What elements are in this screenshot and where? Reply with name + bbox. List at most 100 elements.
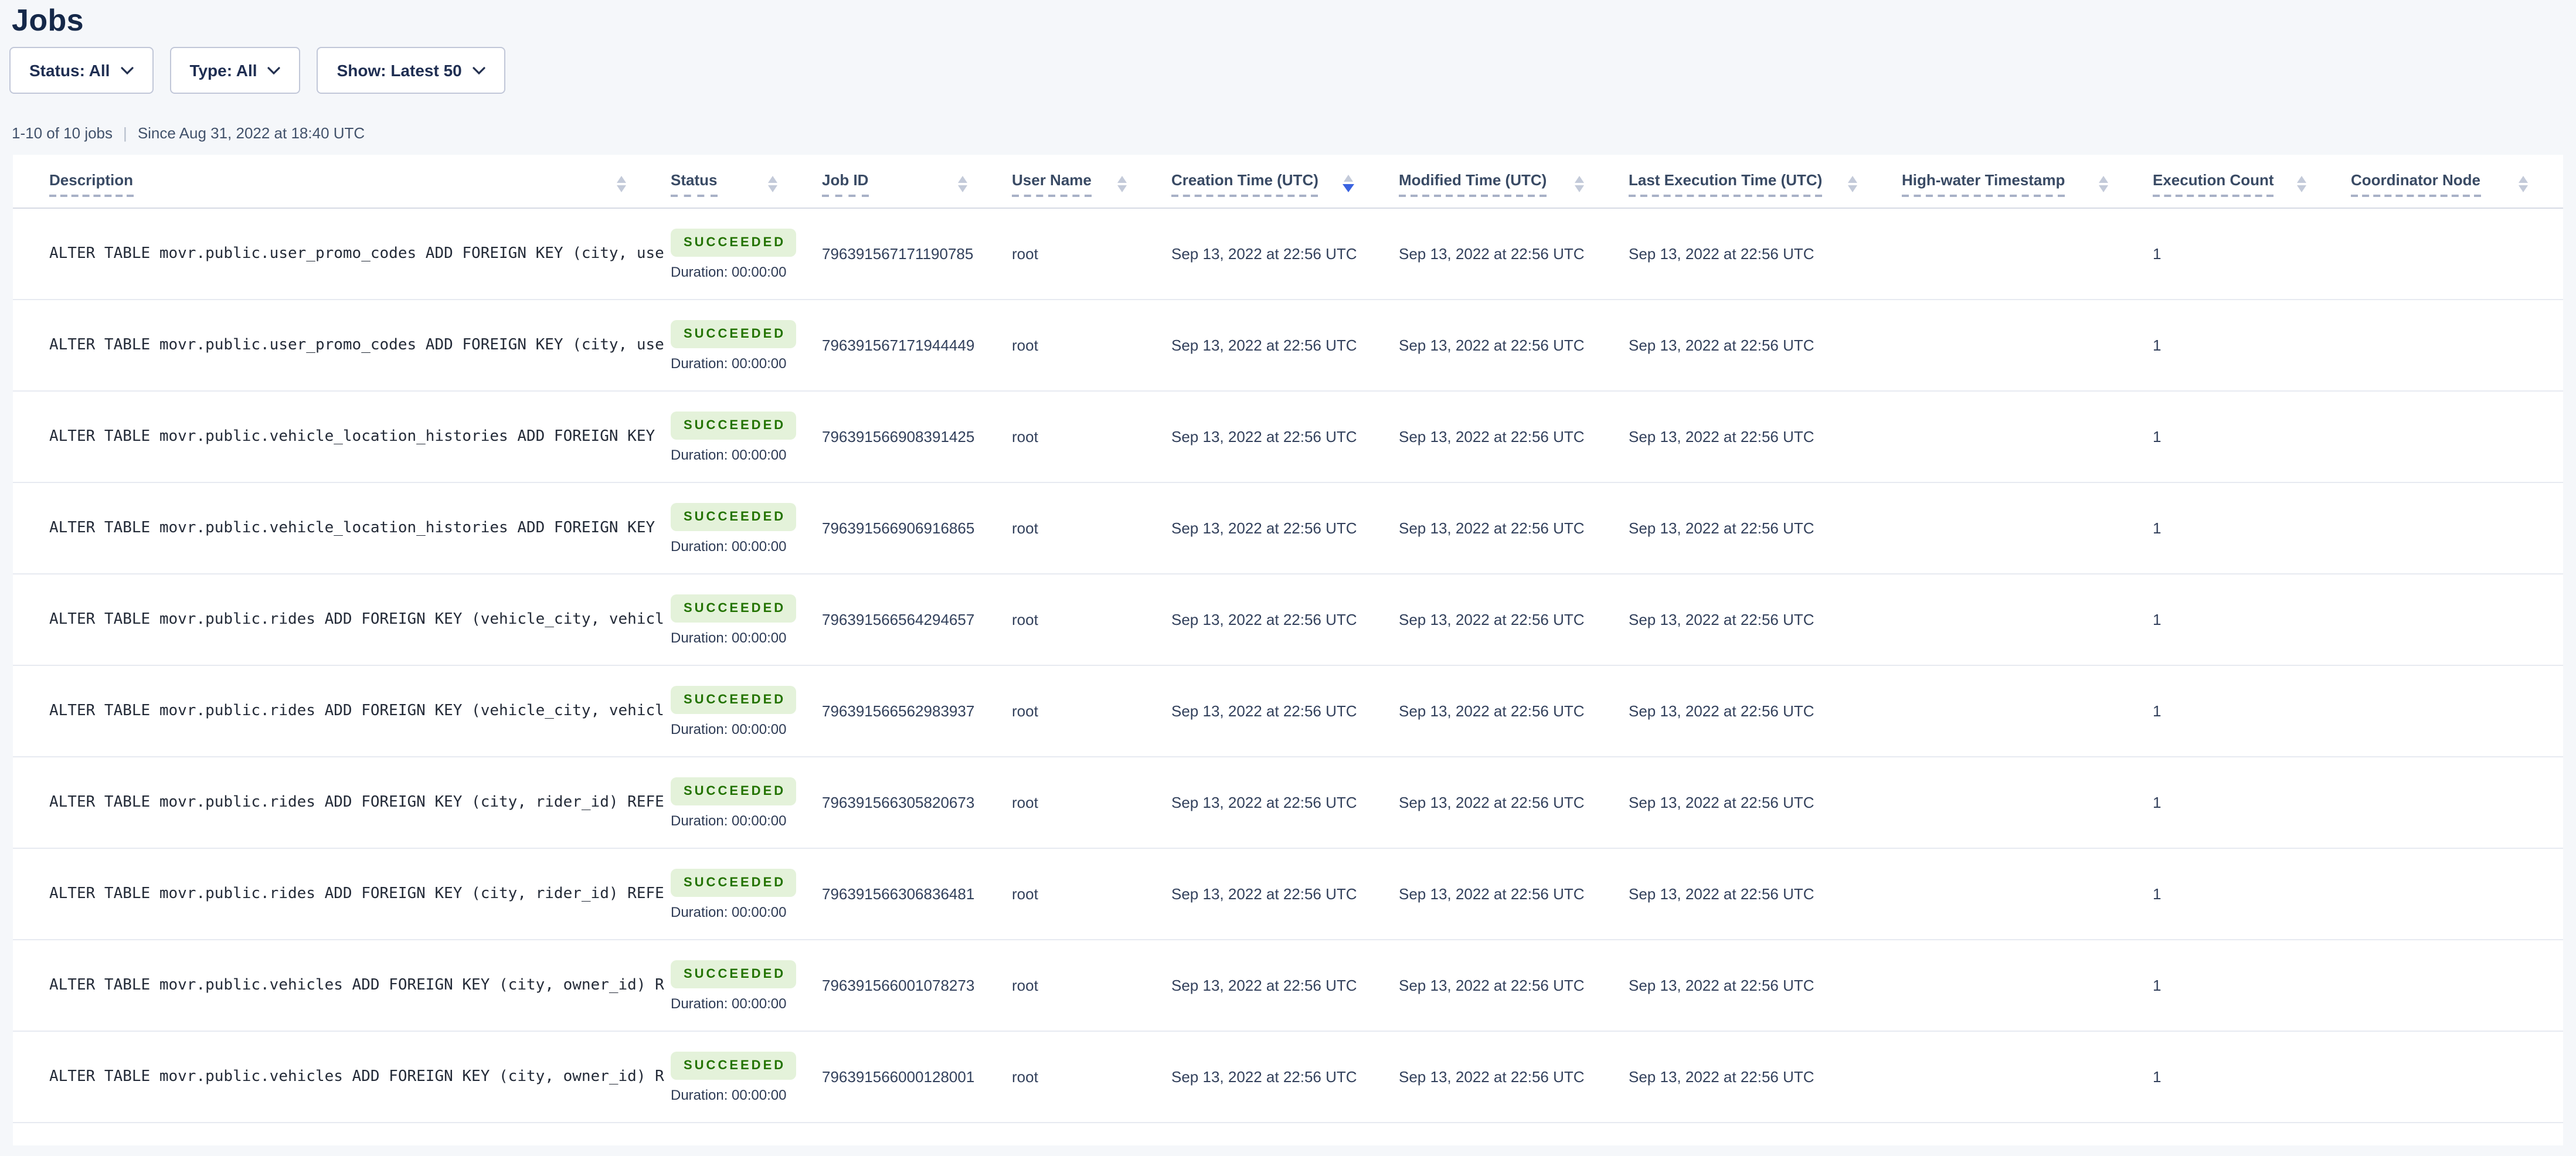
job-id: 796391567171190785 <box>822 245 1012 263</box>
chevron-down-icon <box>473 67 485 75</box>
user-name: root <box>1012 336 1171 354</box>
last-execution-time: Sep 13, 2022 at 22:56 UTC <box>1629 885 1902 903</box>
table-row[interactable]: ALTER TABLE movr.public.vehicles ADD FOR… <box>13 940 2563 1032</box>
table-row[interactable]: ALTER TABLE movr.public.rides ADD FOREIG… <box>13 757 2563 849</box>
sort-icon[interactable] <box>617 175 626 192</box>
sort-icon[interactable] <box>1848 175 1857 192</box>
job-description[interactable]: ALTER TABLE movr.public.rides ADD FOREIG… <box>49 611 668 628</box>
user-name: root <box>1012 611 1171 628</box>
execution-count: 1 <box>2153 885 2351 903</box>
job-id: 796391566000128001 <box>822 1068 1012 1086</box>
sort-icon[interactable] <box>958 175 967 192</box>
column-label-status: Status <box>671 171 717 196</box>
jobs-page: Jobs Status: All Type: All Show: Latest … <box>0 1 2576 1156</box>
summary-separator: | <box>123 124 127 142</box>
table-row[interactable]: ALTER TABLE movr.public.rides ADD FOREIG… <box>13 849 2563 940</box>
job-duration: Duration: 00:00:00 <box>671 995 787 1011</box>
sort-icon[interactable] <box>2099 175 2108 192</box>
job-status-cell: SUCCEEDEDDuration: 00:00:00 <box>671 594 822 645</box>
show-filter-label: Show: Latest 50 <box>337 61 462 80</box>
table-row[interactable]: ALTER TABLE movr.public.rides ADD FOREIG… <box>13 574 2563 666</box>
column-header-jobid[interactable]: Job ID <box>822 171 1012 196</box>
column-header-status[interactable]: Status <box>671 171 822 196</box>
column-label-lastexec: Last Execution Time (UTC) <box>1629 171 1822 196</box>
modified-time: Sep 13, 2022 at 22:56 UTC <box>1399 519 1629 537</box>
status-badge: SUCCEEDED <box>671 777 796 805</box>
user-name: root <box>1012 519 1171 537</box>
job-description[interactable]: ALTER TABLE movr.public.rides ADD FOREIG… <box>49 702 668 720</box>
status-badge: SUCCEEDED <box>671 1051 796 1079</box>
last-execution-time: Sep 13, 2022 at 22:56 UTC <box>1629 611 1902 628</box>
table-row[interactable]: ALTER TABLE movr.public.user_promo_codes… <box>13 209 2563 300</box>
modified-time: Sep 13, 2022 at 22:56 UTC <box>1399 885 1629 903</box>
column-header-desc[interactable]: Description <box>13 171 671 196</box>
job-description[interactable]: ALTER TABLE movr.public.vehicles ADD FOR… <box>49 1068 668 1086</box>
column-header-highwater[interactable]: High-water Timestamp <box>1902 171 2153 196</box>
sort-up-arrow-icon <box>1117 175 1127 182</box>
job-duration: Duration: 00:00:00 <box>671 538 787 554</box>
column-header-user[interactable]: User Name <box>1012 171 1171 196</box>
job-status-cell: SUCCEEDEDDuration: 00:00:00 <box>671 319 822 371</box>
jobs-table: DescriptionStatus Job IDUser Name Creation… <box>13 155 2563 1145</box>
creation-time: Sep 13, 2022 at 22:56 UTC <box>1171 977 1399 994</box>
status-badge: SUCCEEDED <box>671 960 796 988</box>
column-label-user: User Name <box>1012 171 1092 196</box>
creation-time: Sep 13, 2022 at 22:56 UTC <box>1171 336 1399 354</box>
job-description[interactable]: ALTER TABLE movr.public.user_promo_codes… <box>49 245 668 263</box>
table-row[interactable]: ALTER TABLE movr.public.vehicles ADD FOR… <box>13 1032 2563 1123</box>
sort-icon[interactable] <box>1575 175 1584 192</box>
user-name: root <box>1012 245 1171 263</box>
filter-bar: Status: All Type: All Show: Latest 50 <box>9 47 2576 94</box>
table-row[interactable]: ALTER TABLE movr.public.vehicle_location… <box>13 483 2563 574</box>
user-name: root <box>1012 885 1171 903</box>
job-duration: Duration: 00:00:00 <box>671 812 787 828</box>
execution-count: 1 <box>2153 336 2351 354</box>
creation-time: Sep 13, 2022 at 22:56 UTC <box>1171 885 1399 903</box>
creation-time: Sep 13, 2022 at 22:56 UTC <box>1171 794 1399 811</box>
chevron-down-icon <box>268 67 281 75</box>
table-row[interactable]: ALTER TABLE movr.public.vehicle_location… <box>13 392 2563 483</box>
table-row[interactable]: ALTER TABLE movr.public.user_promo_codes… <box>13 300 2563 392</box>
page-title: Jobs <box>12 1 2576 39</box>
job-description[interactable]: ALTER TABLE movr.public.vehicle_location… <box>49 428 668 446</box>
job-description[interactable]: ALTER TABLE movr.public.user_promo_codes… <box>49 336 668 354</box>
execution-count: 1 <box>2153 794 2351 811</box>
column-label-creation: Creation Time (UTC) <box>1171 171 1318 196</box>
job-id: 796391566305820673 <box>822 794 1012 811</box>
sort-down-arrow-icon <box>2297 185 2306 192</box>
job-description-cell: ALTER TABLE movr.public.vehicle_location… <box>13 428 671 446</box>
status-filter-dropdown[interactable]: Status: All <box>9 47 153 94</box>
job-id: 796391567171944449 <box>822 336 1012 354</box>
job-id: 796391566306836481 <box>822 885 1012 903</box>
sort-icon[interactable] <box>2297 175 2306 192</box>
sort-icon[interactable] <box>1343 175 1354 192</box>
column-header-creation[interactable]: Creation Time (UTC) <box>1171 171 1399 196</box>
sort-down-arrow-icon <box>617 185 626 192</box>
job-id: 796391566564294657 <box>822 611 1012 628</box>
sort-icon[interactable] <box>1117 175 1127 192</box>
show-filter-dropdown[interactable]: Show: Latest 50 <box>317 47 505 94</box>
sort-icon[interactable] <box>768 175 777 192</box>
sort-icon[interactable] <box>2519 175 2528 192</box>
job-description[interactable]: ALTER TABLE movr.public.vehicle_location… <box>49 519 668 537</box>
column-header-lastexec[interactable]: Last Execution Time (UTC) <box>1629 171 1902 196</box>
jobs-since-text: Since Aug 31, 2022 at 18:40 UTC <box>138 124 365 142</box>
job-description[interactable]: ALTER TABLE movr.public.rides ADD FOREIG… <box>49 885 668 903</box>
sort-up-arrow-icon <box>768 175 777 182</box>
column-header-execcount[interactable]: Execution Count <box>2153 171 2351 196</box>
status-badge: SUCCEEDED <box>671 228 796 256</box>
job-id: 796391566001078273 <box>822 977 1012 994</box>
column-header-coord[interactable]: Coordinator Node <box>2351 171 2563 196</box>
job-description[interactable]: ALTER TABLE movr.public.rides ADD FOREIG… <box>49 794 668 811</box>
jobs-summary: 1-10 of 10 jobs | Since Aug 31, 2022 at … <box>12 124 2576 142</box>
status-badge: SUCCEEDED <box>671 411 796 439</box>
table-row[interactable]: ALTER TABLE movr.public.rides ADD FOREIG… <box>13 666 2563 757</box>
user-name: root <box>1012 977 1171 994</box>
last-execution-time: Sep 13, 2022 at 22:56 UTC <box>1629 428 1902 446</box>
job-description[interactable]: ALTER TABLE movr.public.vehicles ADD FOR… <box>49 977 668 994</box>
last-execution-time: Sep 13, 2022 at 22:56 UTC <box>1629 336 1902 354</box>
type-filter-dropdown[interactable]: Type: All <box>169 47 300 94</box>
job-description-cell: ALTER TABLE movr.public.rides ADD FOREIG… <box>13 794 671 811</box>
column-header-modified[interactable]: Modified Time (UTC) <box>1399 171 1629 196</box>
user-name: root <box>1012 702 1171 720</box>
